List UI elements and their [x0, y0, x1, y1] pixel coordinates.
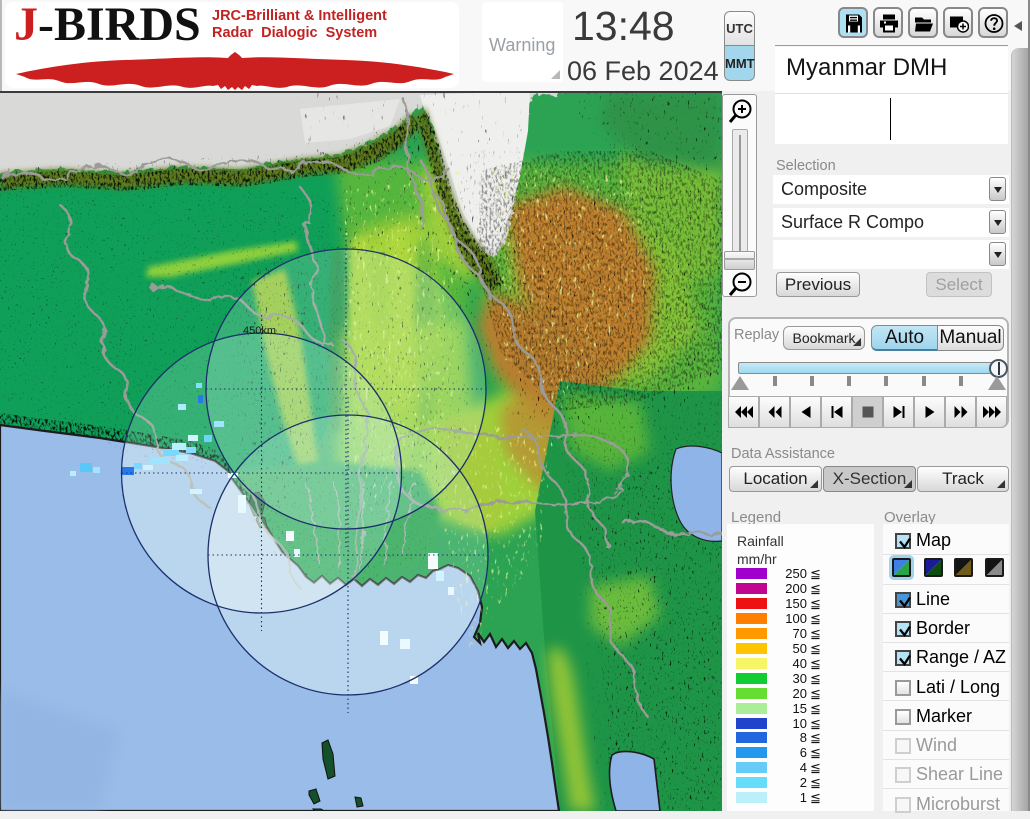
svg-text:450km: 450km [243, 325, 276, 337]
